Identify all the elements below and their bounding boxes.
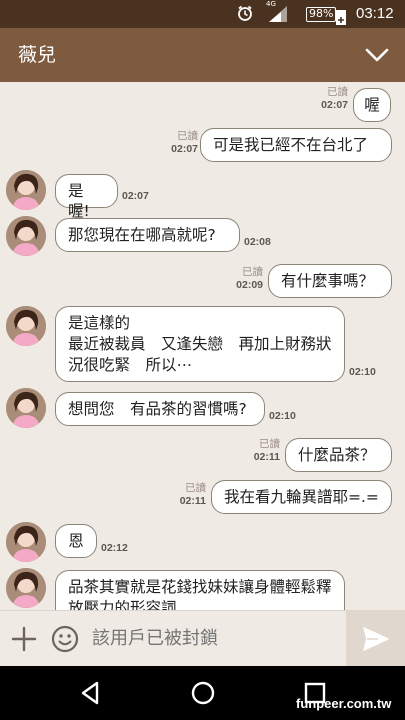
message-bubble[interactable]: 品茶其實就是花錢找妹妹讓身體輕鬆釋放壓力的形容詞 [55, 570, 345, 610]
chevron-down-icon[interactable] [364, 44, 390, 66]
send-button[interactable] [346, 611, 405, 667]
message-time: 02:07 [122, 190, 149, 202]
message-meta: 02:08 [244, 236, 271, 249]
send-icon [363, 627, 389, 651]
alarm-icon [236, 0, 254, 28]
message-bubble[interactable]: 想問您 有品茶的習慣嗎? [55, 392, 265, 426]
message-time: 02:08 [244, 236, 271, 248]
message-time: 02:07 [171, 143, 198, 155]
message-bubble[interactable]: 那您現在在哪高就呢? [55, 218, 240, 252]
message-meta: 已讀 02:11 [240, 438, 280, 464]
message-bubble[interactable]: 可是我已經不在台北了 [200, 128, 392, 162]
message-meta: 02:12 [101, 542, 128, 555]
message-time: 02:11 [179, 495, 206, 507]
message-bubble[interactable]: 有什麼事嗎？ [268, 264, 392, 298]
message-bubble[interactable]: 是這樣的 最近被裁員 又逢失戀 再加上財務狀況很吃緊 所以⋯ [55, 306, 345, 382]
clock: 03:12 [356, 5, 394, 22]
avatar[interactable] [6, 306, 46, 346]
avatar[interactable] [6, 388, 46, 428]
message-bubble[interactable]: 是喔! [55, 174, 118, 220]
message-meta: 已讀 02:09 [223, 266, 263, 292]
chat-area[interactable]: 已讀 02:07 喔 已讀 02:07 可是我已經不在台北了 是喔! 02:07… [0, 82, 405, 610]
contact-name[interactable]: 薇兒 [18, 28, 56, 82]
message-meta: 已讀 02:07 [158, 130, 198, 156]
message-time: 02:10 [349, 366, 376, 378]
message-time: 02:11 [253, 451, 280, 463]
read-receipt: 已讀 [327, 86, 348, 98]
read-receipt: 已讀 [185, 482, 206, 494]
read-receipt: 已讀 [259, 438, 280, 450]
avatar[interactable] [6, 522, 46, 562]
chat-header: 薇兒 [0, 28, 405, 82]
watermark: funpeer.com.tw [296, 696, 392, 711]
message-input[interactable] [92, 611, 342, 667]
emoji-icon[interactable] [50, 624, 80, 654]
message-time: 02:07 [321, 99, 348, 111]
avatar[interactable] [6, 216, 46, 256]
back-icon[interactable] [78, 680, 104, 706]
status-bar: 4G 98% 03:12 [0, 0, 405, 28]
system-nav-bar: funpeer.com.tw [0, 666, 405, 720]
battery-level: 98% [306, 7, 337, 22]
message-bubble[interactable]: 恩 [55, 524, 97, 558]
message-bubble[interactable]: 什麼品茶？ [285, 438, 392, 472]
message-meta: 02:10 [349, 366, 376, 379]
message-time: 02:10 [269, 410, 296, 422]
charging-icon [336, 10, 346, 25]
avatar[interactable] [6, 170, 46, 210]
read-receipt: 已讀 [242, 266, 263, 278]
message-meta: 02:10 [269, 410, 296, 423]
home-icon[interactable] [190, 680, 216, 706]
plus-icon[interactable] [10, 625, 38, 653]
message-bubble[interactable]: 我在看九輪異譜耶=.= [211, 480, 392, 514]
message-time: 02:09 [236, 279, 263, 291]
avatar[interactable] [6, 568, 46, 608]
message-bubble[interactable]: 喔 [353, 88, 391, 122]
message-time: 02:12 [101, 542, 128, 554]
message-meta: 02:07 [122, 190, 149, 203]
message-meta: 已讀 02:07 [308, 86, 348, 112]
read-receipt: 已讀 [177, 130, 198, 142]
network-type: 4G [266, 0, 276, 8]
message-meta: 已讀 02:11 [166, 482, 206, 508]
message-input-bar [0, 610, 405, 667]
